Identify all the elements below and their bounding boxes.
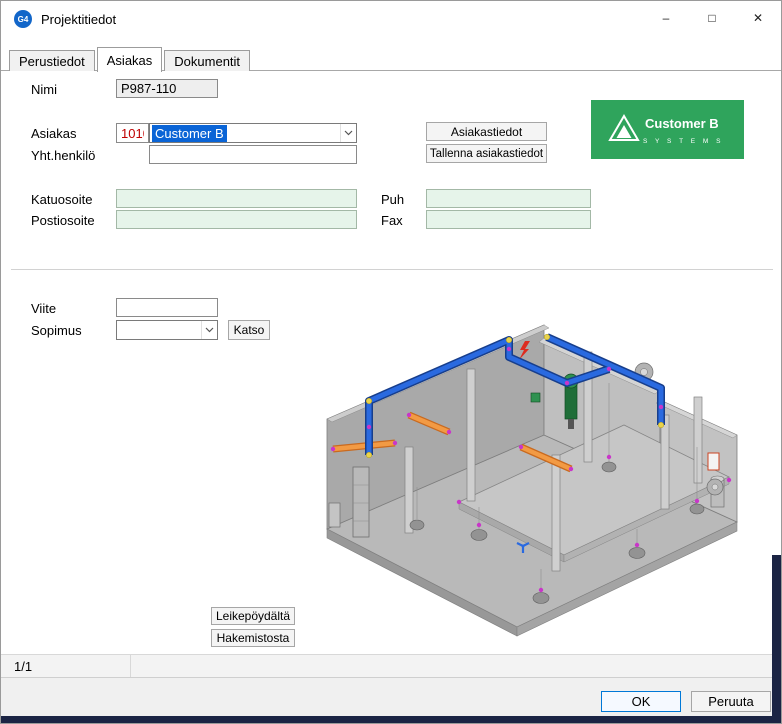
tab-asiakas[interactable]: Asiakas	[97, 47, 163, 72]
minimize-button[interactable]: –	[643, 1, 689, 35]
logo-title: Customer B	[645, 116, 719, 131]
katuosoite-label: Katuosoite	[31, 192, 92, 207]
logo-subtitle: S Y S T E M S	[643, 138, 723, 145]
postiosoite-field[interactable]	[116, 210, 357, 229]
asiakas-code-field[interactable]	[116, 123, 149, 143]
katuosoite-field[interactable]	[116, 189, 357, 208]
section-separator	[11, 269, 773, 270]
sopimus-label: Sopimus	[31, 323, 82, 338]
tallenna-asiakastiedot-button[interactable]: Tallenna asiakastiedot	[426, 144, 547, 163]
background-edge-bottom	[1, 716, 781, 723]
window-controls: – □ ✕	[643, 1, 781, 35]
asiakas-label: Asiakas	[31, 126, 77, 141]
footer: OK Peruuta	[1, 678, 781, 718]
dropdown-arrow-icon[interactable]	[340, 124, 356, 142]
fax-label: Fax	[381, 213, 403, 228]
leikepoydalta-button[interactable]: Leikepöydältä	[211, 607, 295, 625]
peruuta-button[interactable]: Peruuta	[691, 691, 771, 712]
ok-button[interactable]: OK	[601, 691, 681, 712]
close-button[interactable]: ✕	[735, 1, 781, 35]
window-title: Projektitiedot	[41, 12, 116, 27]
projektitiedot-dialog: G4 Projektitiedot – □ ✕ Perustiedot Asia…	[0, 0, 782, 724]
asiakastiedot-button[interactable]: Asiakastiedot	[426, 122, 547, 141]
nimi-field[interactable]	[116, 79, 218, 98]
yhthenkilo-field[interactable]	[149, 145, 357, 164]
yhthenkilo-label: Yht.henkilö	[31, 148, 95, 163]
tab-perustiedot[interactable]: Perustiedot	[9, 50, 95, 71]
background-edge-right	[772, 555, 781, 723]
katso-button[interactable]: Katso	[228, 320, 270, 340]
app-icon: G4	[14, 10, 32, 28]
customer-logo: Customer B S Y S T E M S	[591, 100, 744, 159]
hakemistosta-button[interactable]: Hakemistosta	[211, 629, 295, 647]
sopimus-selected-value	[119, 329, 125, 331]
fax-field[interactable]	[426, 210, 591, 229]
page-indicator: 1/1	[1, 655, 131, 677]
postiosoite-label: Postiosoite	[31, 213, 95, 228]
sopimus-combobox[interactable]	[116, 320, 218, 340]
puh-field[interactable]	[426, 189, 591, 208]
dropdown-arrow-icon[interactable]	[201, 321, 217, 339]
viite-field[interactable]	[116, 298, 218, 317]
asiakas-combobox[interactable]: Customer B	[149, 123, 357, 143]
project-3d-preview	[309, 297, 744, 649]
status-bar: 1/1	[1, 654, 781, 678]
logo-triangle-icon	[607, 113, 641, 146]
maximize-button[interactable]: □	[689, 1, 735, 35]
viite-label: Viite	[31, 301, 56, 316]
nimi-label: Nimi	[31, 82, 57, 97]
puh-label: Puh	[381, 192, 404, 207]
asiakas-selected-value: Customer B	[152, 125, 227, 142]
tab-bar: Perustiedot Asiakas Dokumentit	[9, 46, 252, 71]
cad-3d-model-image	[309, 297, 744, 649]
tab-dokumentit[interactable]: Dokumentit	[164, 50, 250, 71]
